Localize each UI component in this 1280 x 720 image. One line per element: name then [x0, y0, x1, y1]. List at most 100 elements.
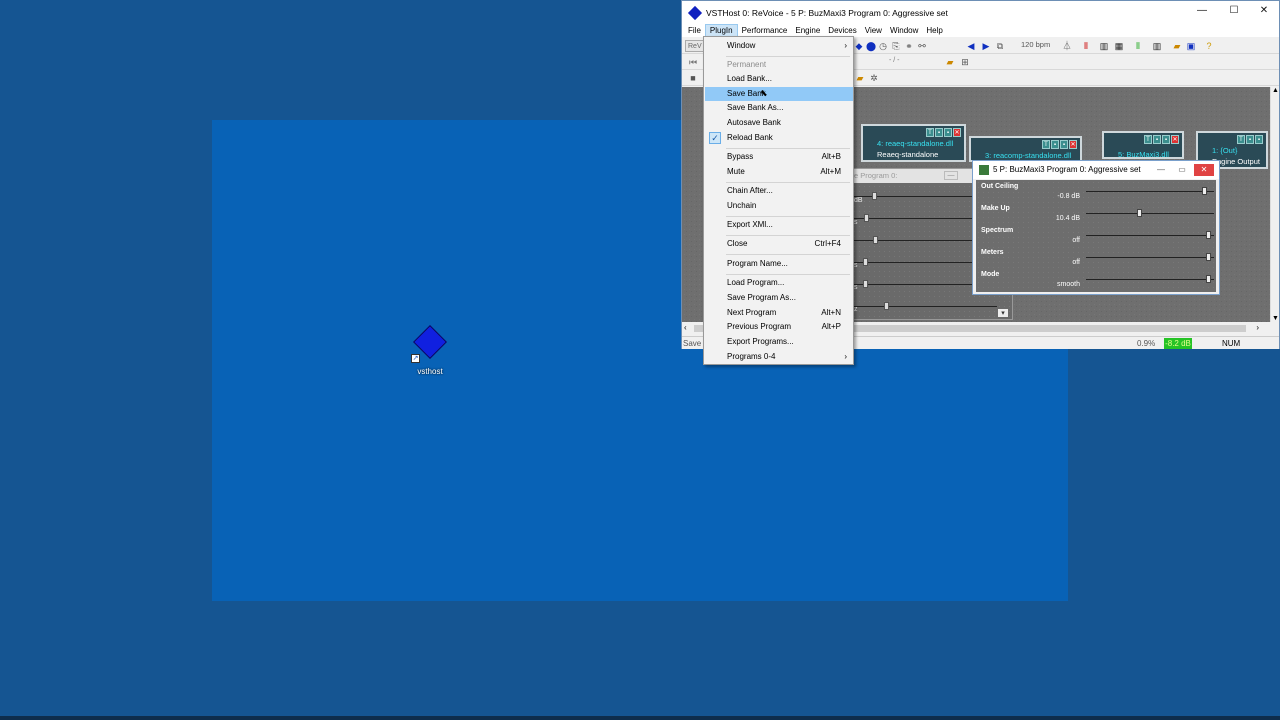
scroll-down-arrow-icon[interactable]: ▾ — [998, 309, 1008, 317]
slider-knob-meters[interactable] — [1205, 253, 1211, 261]
minimize-button[interactable]: — — [944, 171, 958, 180]
slider-knob-mode[interactable] — [1205, 275, 1211, 283]
param-slider-knob[interactable] — [864, 214, 869, 222]
plugin-block-reaeq[interactable]: T ▪ ▪ ✕ 4: reaeq-standalone.dll Reaeq-stand… — [861, 124, 966, 162]
param-slider-knob[interactable] — [884, 302, 889, 310]
diamond-icon[interactable]: ◆ — [854, 41, 864, 51]
title-bar[interactable]: VSTHost 0: ReVoice - 5 P: BuzMaxi3 Progr… — [682, 1, 1279, 24]
plugin-edit-button[interactable]: ▪ — [1246, 135, 1254, 144]
file-list-icon[interactable]: ⊞ — [960, 57, 970, 67]
menu-item-save-program-as[interactable]: Save Program As... — [705, 291, 853, 305]
scroll-left-arrow-icon[interactable]: ‹ — [684, 323, 687, 332]
menu-item-chain-after[interactable]: Chain After... — [705, 184, 853, 198]
buzmaxi-title-bar[interactable]: 5 P: BuzMaxi3 Program 0: Aggressive set … — [973, 161, 1219, 179]
menu-item-programs-0-4[interactable]: Programs 0-4 › — [705, 350, 853, 364]
menu-item-program-name[interactable]: Program Name... — [705, 257, 853, 271]
menu-item-mute[interactable]: Mute Alt+M — [705, 165, 853, 179]
menu-item-next-program[interactable]: Next Program Alt+N — [705, 306, 853, 320]
record-icon[interactable]: ⬤ — [866, 41, 876, 51]
plugin-t-button[interactable]: T — [1144, 135, 1152, 144]
slider-knob-make-up[interactable] — [1137, 209, 1143, 217]
minimize-button[interactable]: — — [1187, 5, 1217, 21]
submenu-arrow-icon: › — [844, 352, 847, 361]
menu-item-load-program[interactable]: Load Program... — [705, 276, 853, 290]
plugin-remove-button[interactable]: ✕ — [1171, 135, 1179, 144]
clock-icon[interactable]: ◷ — [878, 41, 888, 51]
menu-item-bypass[interactable]: Bypass Alt+B — [705, 150, 853, 164]
vertical-scrollbar[interactable]: ▲ ▼ — [1270, 87, 1279, 322]
bpm-display[interactable]: 120 bpm — [1021, 40, 1050, 49]
plugin-remove-button[interactable]: ✕ — [953, 128, 961, 137]
plugin-edit-button[interactable]: ▪ — [1153, 135, 1161, 144]
chain-icon[interactable]: ⎘ — [891, 41, 901, 51]
plugin-params-button[interactable]: ▪ — [1255, 135, 1263, 144]
plugin-remove-button[interactable]: ✕ — [1069, 140, 1077, 149]
open-wave-icon[interactable]: ▰ — [855, 73, 865, 83]
param-slider-knob[interactable] — [863, 280, 868, 288]
buzmaxi-parameter-window[interactable]: 5 P: BuzMaxi3 Program 0: Aggressive set … — [972, 160, 1220, 295]
plugin-t-button[interactable]: T — [926, 128, 934, 137]
scroll-up-arrow-icon[interactable]: ▲ — [1272, 87, 1279, 94]
plugin-t-button[interactable]: T — [1237, 135, 1245, 144]
menu-item-load-bank[interactable]: Load Bank... — [705, 72, 853, 86]
menu-help[interactable]: Help — [922, 24, 946, 37]
menu-item-close[interactable]: Close Ctrl+F4 — [705, 237, 853, 251]
maximize-button[interactable]: ☐ — [1219, 5, 1249, 21]
unlink-icon[interactable]: ⚯ — [917, 41, 927, 51]
vsthost-desktop-shortcut[interactable]: ↗ vsthost — [405, 325, 455, 378]
maximize-button[interactable]: ▭ — [1172, 164, 1192, 176]
plugin-edit-button[interactable]: ▪ — [935, 128, 943, 137]
plugin-t-button[interactable]: T — [1042, 140, 1050, 149]
scroll-down-arrow-icon[interactable]: ▼ — [1272, 315, 1279, 322]
position-display: - / - — [889, 57, 900, 64]
scroll-right-arrow-icon[interactable]: › — [1256, 323, 1259, 332]
open-folder-icon[interactable]: ▰ — [1172, 41, 1182, 51]
menu-window[interactable]: Window — [886, 24, 922, 37]
menu-item-export-programs[interactable]: Export Programs... — [705, 335, 853, 349]
menu-item-window[interactable]: Window › — [705, 39, 853, 53]
copy-icon[interactable]: ⧉ — [995, 41, 1005, 51]
plugin-edit-button[interactable]: ▪ — [1051, 140, 1059, 149]
minimize-button[interactable]: — — [1151, 164, 1171, 176]
close-button[interactable]: ✕ — [1194, 164, 1214, 176]
num-lock-indicator: NUM — [1222, 339, 1241, 348]
open-file-icon[interactable]: ▰ — [945, 57, 955, 67]
keyboard-red-icon[interactable]: ⦀ — [1081, 41, 1091, 51]
param-unit-fragment: s — [854, 262, 858, 269]
metronome-icon[interactable]: ⏃ — [1062, 41, 1072, 51]
plugin-block-buzmaxi[interactable]: T ▪ ▪ ✕ 5: BuzMaxi3.dll — [1102, 131, 1184, 159]
wave-settings-icon[interactable]: ✲ — [869, 73, 879, 83]
help-icon[interactable]: ? — [1204, 41, 1214, 51]
param-slider-knob[interactable] — [873, 236, 878, 244]
level-meter-icon[interactable]: ⦀ — [1133, 41, 1143, 51]
midi-panel-icon[interactable]: ▥ — [1152, 41, 1162, 51]
menu-item-previous-program[interactable]: Previous Program Alt+P — [705, 320, 853, 334]
menu-file[interactable]: File — [684, 24, 705, 37]
menu-item-autosave-bank[interactable]: Autosave Bank — [705, 116, 853, 130]
plugin-params-button[interactable]: ▪ — [1060, 140, 1068, 149]
menu-item-export-xml[interactable]: Export XMl... — [705, 218, 853, 232]
menu-item-save-bank-as[interactable]: Save Bank As... — [705, 101, 853, 115]
plugin-block-reacomp[interactable]: T ▪ ▪ ✕ 3: reacomp-standalone.dll — [969, 136, 1082, 162]
menu-item-unchain[interactable]: Unchain — [705, 199, 853, 213]
rewind-icon[interactable]: ⏮ — [688, 57, 698, 67]
plugin-params-button[interactable]: ▪ — [944, 128, 952, 137]
arrow-right-icon[interactable]: ▶ — [981, 41, 991, 51]
save-icon[interactable]: ▣ — [1186, 41, 1196, 51]
close-button[interactable]: ✕ — [1249, 5, 1279, 21]
midi-keyboard-icon[interactable]: ▥ — [1099, 41, 1109, 51]
menu-item-reload-bank[interactable]: ✓ Reload Bank — [705, 131, 853, 145]
slider-knob-out-ceiling[interactable] — [1201, 187, 1207, 195]
slider-knob-spectrum[interactable] — [1205, 231, 1211, 239]
param-slider-knob[interactable] — [872, 192, 877, 200]
link-icon[interactable]: ⚭ — [904, 41, 914, 51]
plugin-params-button[interactable]: ▪ — [1162, 135, 1170, 144]
param-slider-knob[interactable] — [863, 258, 868, 266]
arrow-left-icon[interactable]: ◀ — [966, 41, 976, 51]
stop-icon[interactable]: ■ — [688, 73, 698, 83]
menu-item-save-bank[interactable]: Save Bank — [705, 87, 853, 101]
plugin-combo[interactable]: ReV — [685, 40, 705, 52]
param-unit-fragment: z — [854, 306, 858, 313]
midi-keyboard-2-icon[interactable]: ▦ — [1114, 41, 1124, 51]
menu-view[interactable]: View — [861, 24, 886, 37]
